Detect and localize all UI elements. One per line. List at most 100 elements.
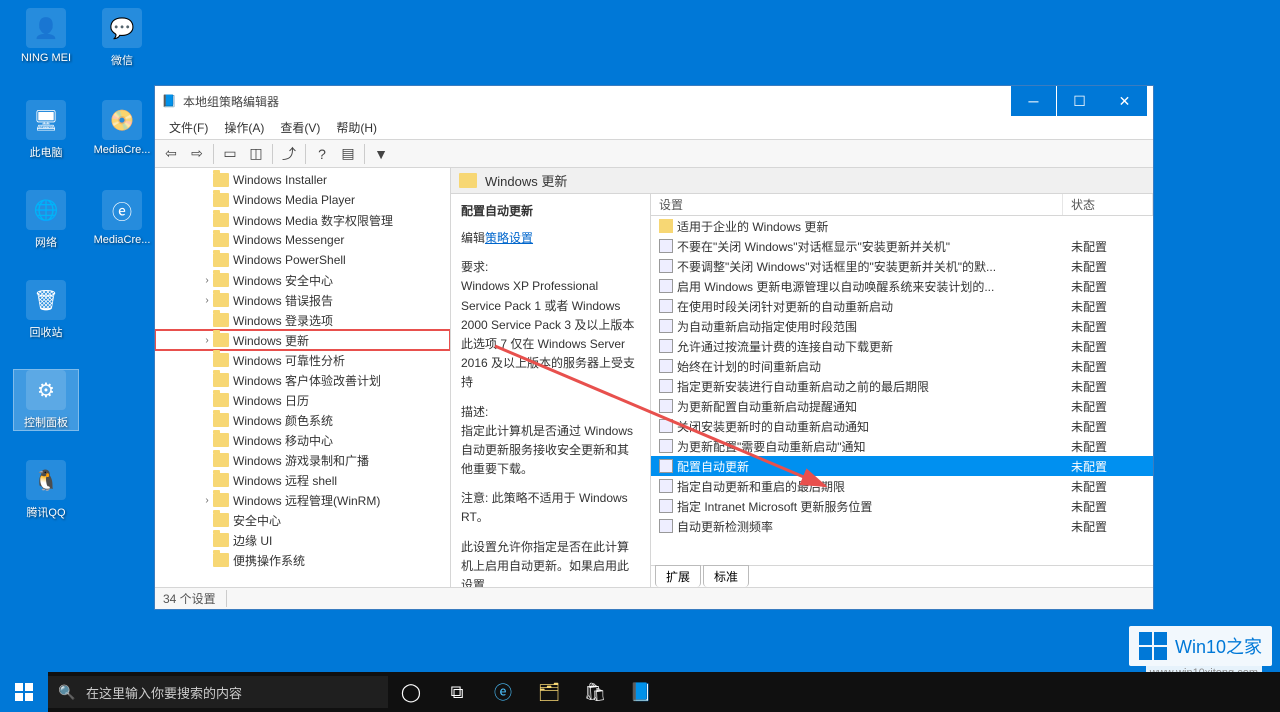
desktop-icon-此电脑[interactable]: 🖥此电脑 xyxy=(14,100,78,160)
folder-icon xyxy=(213,293,229,307)
column-name[interactable]: 设置 xyxy=(651,194,1063,215)
tree-item[interactable]: Windows 客户体验改善计划 xyxy=(155,370,450,390)
row-state: 未配置 xyxy=(1063,318,1153,335)
folder-icon xyxy=(213,253,229,267)
icon-glyph: 🗑 xyxy=(26,280,66,320)
tree-item[interactable]: 安全中心 xyxy=(155,510,450,530)
content-area: Windows InstallerWindows Media PlayerWin… xyxy=(155,168,1153,587)
desktop-icon-回收站[interactable]: 🗑回收站 xyxy=(14,280,78,340)
maximize-button[interactable]: ☐ xyxy=(1057,86,1102,116)
gpedit-taskbar-icon[interactable]: 📘 xyxy=(618,672,664,712)
tree-label: Windows 远程 shell xyxy=(233,472,337,489)
titlebar[interactable]: 📘 本地组策略编辑器 ─ ☐ ✕ xyxy=(155,86,1153,116)
folder-icon xyxy=(213,393,229,407)
column-state[interactable]: 状态 xyxy=(1063,194,1153,215)
menu-帮助(H)[interactable]: 帮助(H) xyxy=(328,117,385,138)
tree-item[interactable]: Windows 可靠性分析 xyxy=(155,350,450,370)
show-hide-tree-button[interactable]: ◫ xyxy=(244,143,268,165)
desktop-icon-NING MEI[interactable]: 👤NING MEI xyxy=(14,8,78,64)
list-row[interactable]: 启用 Windows 更新电源管理以自动唤醒系统来安装计划的...未配置 xyxy=(651,276,1153,296)
start-button[interactable] xyxy=(0,672,48,712)
properties-button[interactable]: ▤ xyxy=(336,143,360,165)
desktop-icon-MediaCre...[interactable]: ⓔMediaCre... xyxy=(90,190,154,246)
filter-button[interactable]: ▼ xyxy=(369,143,393,165)
task-view-icon[interactable]: ⧉ xyxy=(434,672,480,712)
tree-item[interactable]: Windows Installer xyxy=(155,170,450,190)
folder-icon xyxy=(213,333,229,347)
row-state: 未配置 xyxy=(1063,438,1153,455)
icon-glyph: 📀 xyxy=(102,100,142,140)
view-tab-标准[interactable]: 标准 xyxy=(703,565,749,587)
list-row[interactable]: 为更新配置自动重新启动提醒通知未配置 xyxy=(651,396,1153,416)
list-header[interactable]: 设置 状态 xyxy=(651,194,1153,216)
list-row[interactable]: 适用于企业的 Windows 更新 xyxy=(651,216,1153,236)
tree-item[interactable]: Windows Messenger xyxy=(155,230,450,250)
breadcrumb-bar: Windows 更新 xyxy=(451,168,1153,194)
desktop-icon-微信[interactable]: 💬微信 xyxy=(90,8,154,68)
tree-item[interactable]: Windows 远程 shell xyxy=(155,470,450,490)
tree-item[interactable]: Windows 日历 xyxy=(155,390,450,410)
edit-policy-link[interactable]: 策略设置 xyxy=(485,231,533,245)
minimize-button[interactable]: ─ xyxy=(1011,86,1056,116)
help-button[interactable]: ? xyxy=(310,143,334,165)
tree-item[interactable]: Windows Media Player xyxy=(155,190,450,210)
tree-item[interactable]: Windows 移动中心 xyxy=(155,430,450,450)
export-button[interactable]: ⤴ xyxy=(277,143,301,165)
list-row[interactable]: 始终在计划的时间重新启动未配置 xyxy=(651,356,1153,376)
up-button[interactable]: ▭ xyxy=(218,143,242,165)
tree-item[interactable]: Windows 游戏录制和广播 xyxy=(155,450,450,470)
chevron-icon[interactable]: › xyxy=(201,495,213,506)
desktop-icon-MediaCre...[interactable]: 📀MediaCre... xyxy=(90,100,154,156)
list-row[interactable]: 不要调整"关闭 Windows"对话框里的"安装更新并关机"的默...未配置 xyxy=(651,256,1153,276)
explorer-icon[interactable]: 🗂 xyxy=(526,672,572,712)
back-button[interactable]: ⇦ xyxy=(159,143,183,165)
folder-icon xyxy=(213,493,229,507)
chevron-icon[interactable]: › xyxy=(201,295,213,306)
list-row[interactable]: 允许通过按流量计费的连接自动下载更新未配置 xyxy=(651,336,1153,356)
icon-label: 腾讯QQ xyxy=(26,507,65,519)
taskbar[interactable]: 🔍 在这里输入你要搜索的内容 ◯ ⧉ ⓔ 🗂 🛍 📘 xyxy=(0,672,1280,712)
tree-item[interactable]: Windows PowerShell xyxy=(155,250,450,270)
forward-button[interactable]: ⇨ xyxy=(185,143,209,165)
policy-icon xyxy=(659,339,673,353)
store-icon[interactable]: 🛍 xyxy=(572,672,618,712)
list-row[interactable]: 为更新配置"需要自动重新启动"通知未配置 xyxy=(651,436,1153,456)
list-row[interactable]: 指定更新安装进行自动重新启动之前的最后期限未配置 xyxy=(651,376,1153,396)
list-body[interactable]: 适用于企业的 Windows 更新不要在"关闭 Windows"对话框显示"安装… xyxy=(651,216,1153,565)
menu-查看(V)[interactable]: 查看(V) xyxy=(272,117,328,138)
tree-item[interactable]: ›Windows 错误报告 xyxy=(155,290,450,310)
menu-操作(A)[interactable]: 操作(A) xyxy=(216,117,272,138)
policy-icon xyxy=(659,299,673,313)
list-row[interactable]: 为自动重新启动指定使用时段范围未配置 xyxy=(651,316,1153,336)
row-name: 允许通过按流量计费的连接自动下载更新 xyxy=(677,338,1063,355)
tree-item[interactable]: ›Windows 安全中心 xyxy=(155,270,450,290)
desktop-icon-网络[interactable]: 🌐网络 xyxy=(14,190,78,250)
edit-label: 编辑 xyxy=(461,231,485,245)
tree-item[interactable]: Windows Media 数字权限管理 xyxy=(155,210,450,230)
tree-pane[interactable]: Windows InstallerWindows Media PlayerWin… xyxy=(155,168,451,587)
menu-文件(F)[interactable]: 文件(F) xyxy=(161,117,216,138)
close-button[interactable]: ✕ xyxy=(1102,86,1147,116)
desktop-icon-控制面板[interactable]: ⚙控制面板 xyxy=(14,370,78,430)
list-row[interactable]: 配置自动更新未配置 xyxy=(651,456,1153,476)
description-text: 指定此计算机是否通过 Windows 自动更新服务接收安全更新和其他重要下载。 xyxy=(461,422,640,480)
tree-item[interactable]: 边缘 UI xyxy=(155,530,450,550)
list-row[interactable]: 在使用时段关闭针对更新的自动重新启动未配置 xyxy=(651,296,1153,316)
tree-item[interactable]: ›Windows 远程管理(WinRM) xyxy=(155,490,450,510)
list-row[interactable]: 指定 Intranet Microsoft 更新服务位置未配置 xyxy=(651,496,1153,516)
tree-item[interactable]: Windows 登录选项 xyxy=(155,310,450,330)
edge-icon[interactable]: ⓔ xyxy=(480,672,526,712)
search-box[interactable]: 🔍 在这里输入你要搜索的内容 xyxy=(48,676,388,708)
list-row[interactable]: 不要在"关闭 Windows"对话框显示"安装更新并关机"未配置 xyxy=(651,236,1153,256)
chevron-icon[interactable]: › xyxy=(201,335,213,346)
tree-item[interactable]: Windows 颜色系统 xyxy=(155,410,450,430)
list-row[interactable]: 指定自动更新和重启的最后期限未配置 xyxy=(651,476,1153,496)
tree-item[interactable]: 便携操作系统 xyxy=(155,550,450,570)
chevron-icon[interactable]: › xyxy=(201,275,213,286)
view-tab-扩展[interactable]: 扩展 xyxy=(655,565,701,587)
list-row[interactable]: 关闭安装更新时的自动重新启动通知未配置 xyxy=(651,416,1153,436)
tree-item[interactable]: ›Windows 更新 xyxy=(155,330,450,350)
cortana-icon[interactable]: ◯ xyxy=(388,672,434,712)
desktop-icon-腾讯QQ[interactable]: 🐧腾讯QQ xyxy=(14,460,78,520)
list-row[interactable]: 自动更新检测频率未配置 xyxy=(651,516,1153,536)
